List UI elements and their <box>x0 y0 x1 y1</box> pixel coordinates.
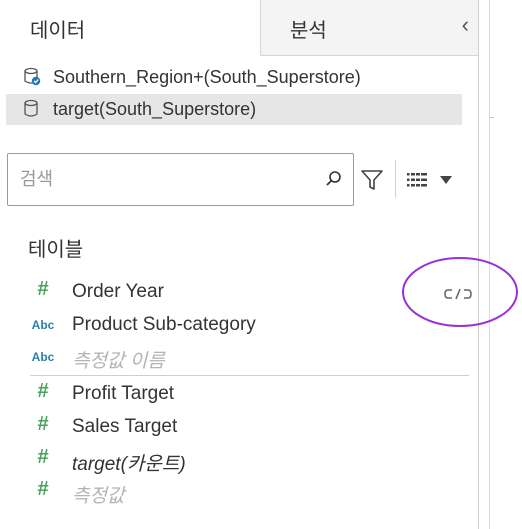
datasource-label: target(South_Superstore) <box>53 99 257 119</box>
scrollbar-tick <box>489 117 494 118</box>
dropdown-arrow-icon[interactable] <box>440 176 452 184</box>
string-type-icon: Abc <box>31 350 55 364</box>
field-label: 측정값 <box>72 486 125 507</box>
toolbar-divider <box>395 160 396 198</box>
field-label: target(카운트) <box>72 454 186 475</box>
annotation-circle <box>402 257 518 327</box>
field-label: Profit Target <box>72 383 175 404</box>
search-input[interactable] <box>18 164 312 194</box>
field-item[interactable]: Abc 측정값 이름 <box>0 343 470 373</box>
field-label: Product Sub-category <box>72 314 256 335</box>
search-icon[interactable] <box>325 170 343 188</box>
tab-data-label: 데이터 <box>30 20 86 42</box>
number-type-icon: # <box>37 413 49 435</box>
datasource-label: Southern_Region+(South_Superstore) <box>53 67 361 87</box>
field-label: 측정값 이름 <box>72 351 165 372</box>
field-item[interactable]: # Profit Target <box>0 380 470 410</box>
datasource-item-southern-region[interactable]: Southern_Region+(South_Superstore) <box>6 62 462 93</box>
filter-icon[interactable] <box>360 169 384 191</box>
string-type-icon: Abc <box>31 318 55 332</box>
collapse-chevron-icon[interactable]: ‹ <box>462 12 469 38</box>
field-item[interactable]: # target(카운트) <box>0 446 470 476</box>
list-view-icon[interactable] <box>407 173 427 187</box>
field-item[interactable]: # Sales Target <box>0 413 470 443</box>
field-item[interactable]: Abc Product Sub-category <box>0 311 470 341</box>
field-item[interactable]: # 측정값 <box>0 478 470 508</box>
number-type-icon: # <box>37 278 49 300</box>
number-type-icon: # <box>37 380 49 402</box>
section-title: 테이블 <box>28 239 84 261</box>
tab-bar: 데이터 분석 ‹ <box>0 0 479 56</box>
field-item[interactable]: # Order Year <box>0 278 470 308</box>
tab-data[interactable]: 데이터 <box>0 0 260 56</box>
tab-analysis-label: 분석 <box>290 20 327 42</box>
datasource-item-target[interactable]: target(South_Superstore) <box>6 94 462 125</box>
database-icon <box>24 99 38 117</box>
database-check-icon <box>24 67 41 86</box>
search-field[interactable] <box>7 153 354 206</box>
number-type-icon: # <box>37 478 49 500</box>
number-type-icon: # <box>37 446 49 468</box>
field-label: Sales Target <box>72 416 178 437</box>
field-divider <box>30 375 469 376</box>
field-label: Order Year <box>72 281 164 302</box>
tab-analysis[interactable]: 분석 ‹ <box>260 0 479 56</box>
